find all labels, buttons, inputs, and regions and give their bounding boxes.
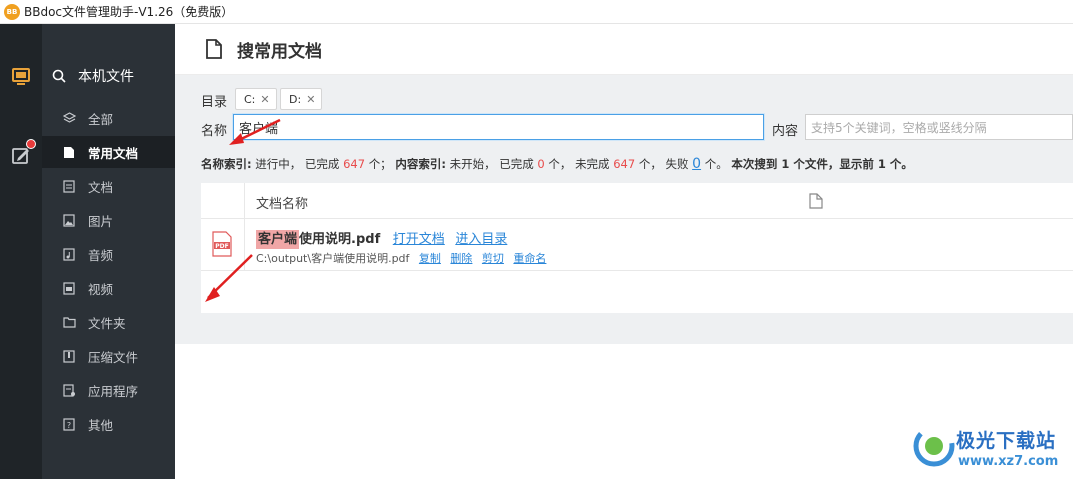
file-icon <box>809 193 823 209</box>
annotation-arrow <box>229 118 281 145</box>
open-document-link[interactable]: 打开文档 <box>393 232 445 247</box>
index-status-text: 名称索引: 进行中， 已完成 647 个； 内容索引: 未开始， 已完成 0 个… <box>201 156 913 172</box>
app-logo: BB <box>4 3 20 20</box>
copy-link[interactable]: 复制 <box>419 252 441 265</box>
close-icon[interactable]: ✕ <box>260 93 269 106</box>
sidebar-item-common-docs[interactable]: 常用文档 <box>42 136 175 168</box>
dir-chip-d[interactable]: D: ✕ <box>280 88 323 110</box>
folder-icon <box>62 315 76 329</box>
layers-icon <box>62 111 76 125</box>
sidebar: 本机文件 全部 常用文档 文档 图片 音频 视频 文件夹 压缩文件 应用程序 ?… <box>42 24 175 479</box>
notification-badge <box>26 139 36 149</box>
page-title: 搜常用文档 <box>237 41 322 62</box>
rename-link[interactable]: 重命名 <box>513 252 546 265</box>
search-highlight: 客户端 <box>256 230 300 249</box>
content-search-input[interactable]: 支持5个关键词，空格或竖线分隔 <box>805 114 1073 140</box>
open-directory-link[interactable]: 进入目录 <box>455 232 507 247</box>
title-bar: BB BBdoc文件管理助手-V1.26（免费版） <box>0 0 1073 24</box>
name-label: 名称 <box>201 124 228 139</box>
sidebar-item-archives[interactable]: 压缩文件 <box>42 340 175 372</box>
name-search-input[interactable]: 客户端 <box>233 114 764 140</box>
sidebar-item-label: 视频 <box>88 281 114 297</box>
search-icon <box>52 69 66 83</box>
image-icon <box>62 213 76 227</box>
sidebar-item-label: 应用程序 <box>88 383 139 399</box>
sidebar-item-label: 图片 <box>88 213 114 229</box>
sidebar-item-label: 其他 <box>88 417 114 433</box>
watermark-url: www.xz7.com <box>958 454 1059 469</box>
sidebar-item-all[interactable]: 全部 <box>42 102 175 134</box>
svg-text:?: ? <box>67 421 71 430</box>
window-title: BBdoc文件管理助手-V1.26（免费版） <box>24 5 234 19</box>
text-file-icon <box>62 179 76 193</box>
table-header: 文档名称 <box>201 183 1073 219</box>
svg-text:PDF: PDF <box>215 243 228 250</box>
sidebar-item-label: 音频 <box>88 247 114 263</box>
watermark-logo-icon <box>913 425 955 467</box>
main-panel: 搜常用文档 目录 C: ✕ D: ✕ 名称 客户端 内容 支持5个关键词，空格或竖线… <box>175 24 1073 479</box>
annotation-arrow <box>205 254 253 302</box>
sidebar-item-audio[interactable]: 音频 <box>42 238 175 270</box>
results-table: 文档名称 PDF 客户端 使用说明.pdf 打开文档 进入目录 C:\output… <box>201 183 1073 313</box>
dir-chip-c[interactable]: C: ✕ <box>235 88 277 110</box>
sidebar-item-label: 常用文档 <box>88 145 139 161</box>
watermark-text: 极光下载站 <box>956 430 1057 452</box>
sidebar-item-other[interactable]: ? 其他 <box>42 408 175 440</box>
sidebar-item-label: 文档 <box>88 179 114 195</box>
sidebar-header[interactable]: 本机文件 <box>42 62 175 90</box>
table-row[interactable]: PDF 客户端 使用说明.pdf 打开文档 进入目录 C:\output\客户端使… <box>201 219 1073 271</box>
other-icon: ? <box>62 417 76 431</box>
sidebar-header-label: 本机文件 <box>78 69 134 85</box>
sidebar-item-label: 文件夹 <box>88 315 126 331</box>
sidebar-item-label: 全部 <box>88 111 114 127</box>
main-header: 搜常用文档 <box>175 24 1073 75</box>
document-icon <box>62 145 76 159</box>
audio-icon <box>62 247 76 261</box>
icon-bar <box>0 24 42 479</box>
archive-icon <box>62 349 76 363</box>
sidebar-item-docs[interactable]: 文档 <box>42 170 175 202</box>
sidebar-item-apps[interactable]: 应用程序 <box>42 374 175 406</box>
sidebar-item-images[interactable]: 图片 <box>42 204 175 236</box>
dir-label: 目录 <box>201 95 228 110</box>
close-icon[interactable]: ✕ <box>306 93 315 106</box>
cut-link[interactable]: 剪切 <box>482 252 504 265</box>
delete-link[interactable]: 删除 <box>450 252 472 265</box>
column-header-name: 文档名称 <box>256 197 309 212</box>
document-icon <box>206 39 222 59</box>
failed-count-link[interactable]: 0 <box>692 156 701 172</box>
edit-icon[interactable] <box>10 139 36 166</box>
watermark: 极光下载站 www.xz7.com <box>908 420 1068 475</box>
sidebar-item-video[interactable]: 视频 <box>42 272 175 304</box>
sidebar-item-label: 压缩文件 <box>88 349 139 365</box>
app-icon <box>62 383 76 397</box>
file-name: 客户端 使用说明.pdf 打开文档 进入目录 <box>256 230 508 249</box>
content-label: 内容 <box>772 124 799 139</box>
search-filter-panel: 目录 C: ✕ D: ✕ 名称 客户端 内容 支持5个关键词，空格或竖线分隔 名称索… <box>175 75 1073 344</box>
video-icon <box>62 281 76 295</box>
computer-icon[interactable] <box>10 66 32 88</box>
file-path: C:\output\客户端使用说明.pdf 复制 删除 剪切 重命名 <box>256 252 547 265</box>
sidebar-item-folders[interactable]: 文件夹 <box>42 306 175 338</box>
